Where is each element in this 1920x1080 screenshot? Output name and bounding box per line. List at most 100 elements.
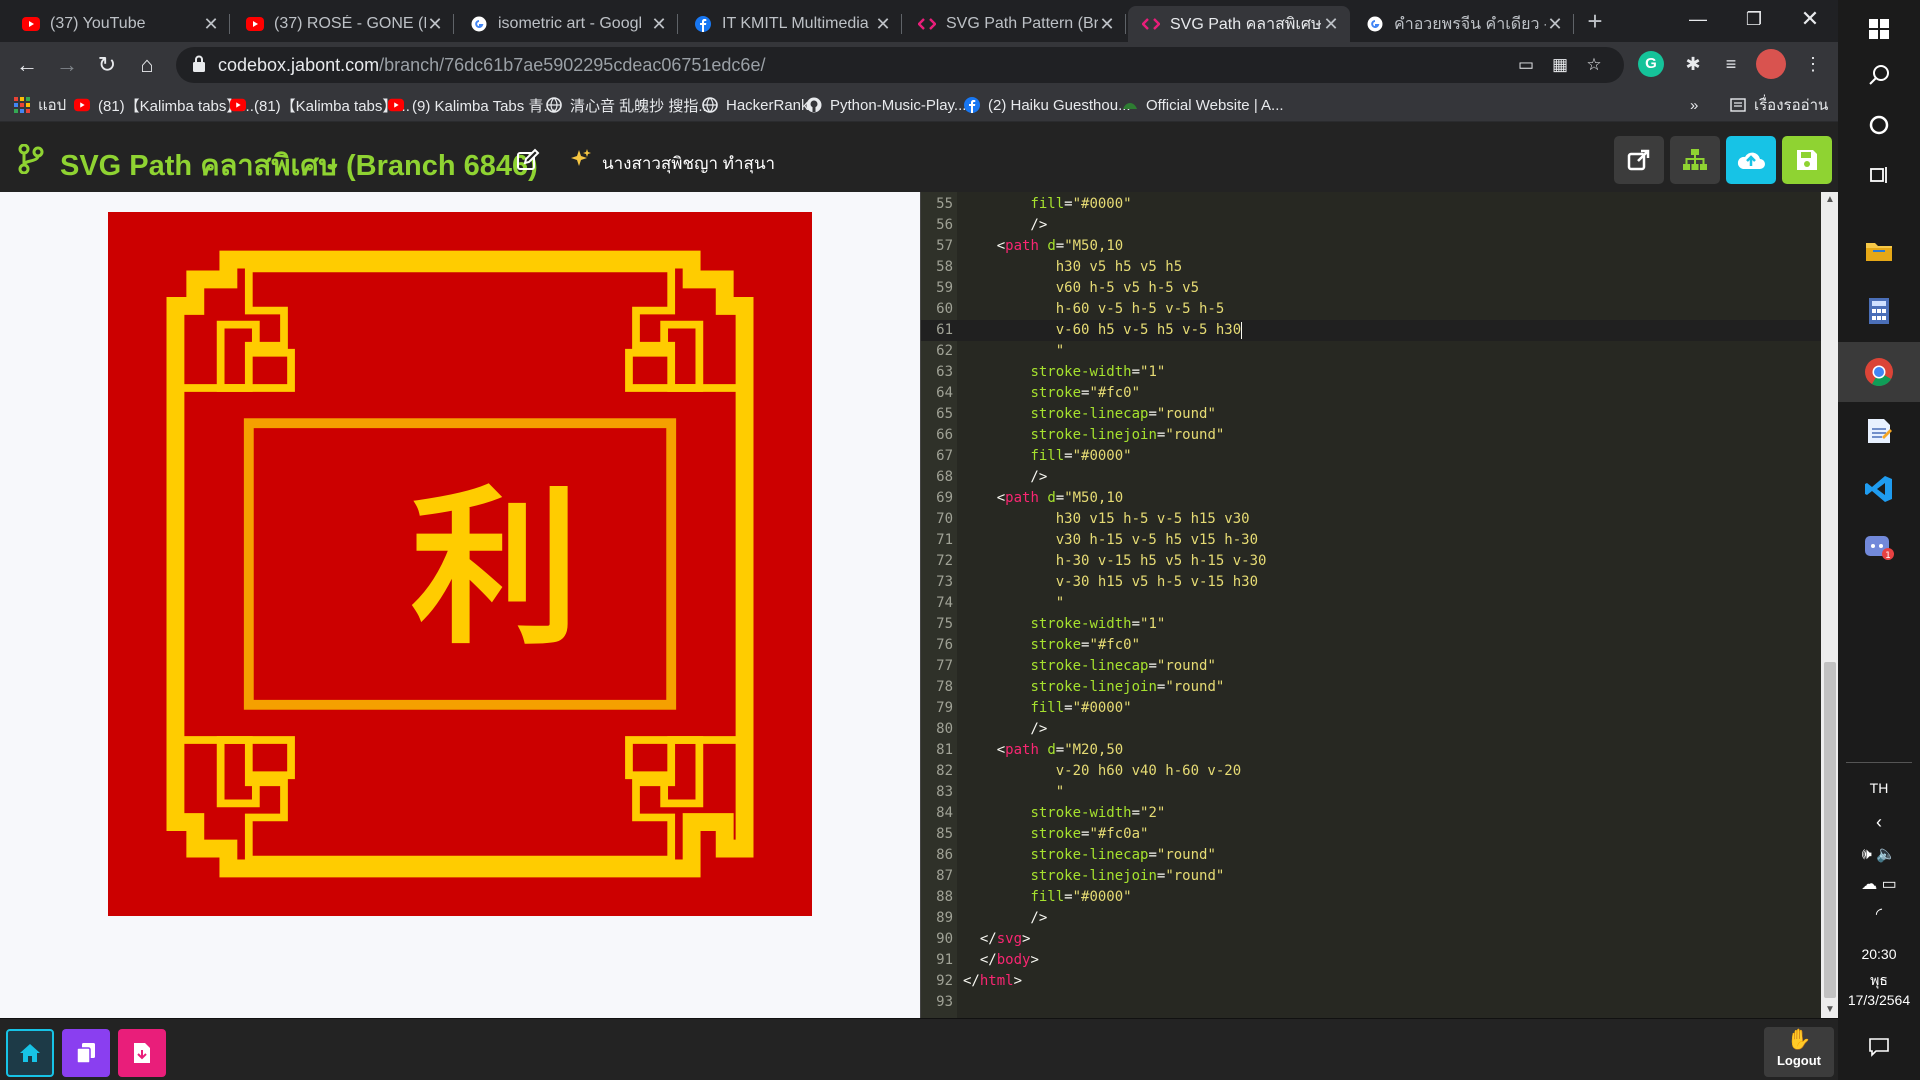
reading-list-button[interactable]: เรื่องรออ่าน xyxy=(1730,94,1828,116)
upload-cloud-button[interactable] xyxy=(1726,136,1776,184)
code-line[interactable]: 66 stroke-linejoin="round" xyxy=(921,425,1821,446)
bookmark-item[interactable]: (81)【Kalimba tabs】... xyxy=(230,94,410,116)
close-tab-icon[interactable]: ✕ xyxy=(1546,14,1564,35)
code-text[interactable]: /> xyxy=(963,467,1047,488)
bookmark-item[interactable]: (81)【Kalimba tabs】... xyxy=(74,94,254,116)
close-tab-icon[interactable]: ✕ xyxy=(426,14,444,35)
home-nav-button[interactable] xyxy=(6,1029,54,1077)
code-line[interactable]: 85 stroke="#fc0a" xyxy=(921,824,1821,845)
home-button[interactable]: ⌂ xyxy=(132,50,162,80)
action-center-button[interactable] xyxy=(1838,1018,1920,1076)
bookmark-item[interactable]: (9) Kalimba Tabs 青... xyxy=(388,94,556,116)
code-text[interactable]: " xyxy=(963,782,1064,803)
code-line[interactable]: 76 stroke="#fc0" xyxy=(921,635,1821,656)
code-text[interactable]: v-30 h15 v5 h-5 v-15 h30 xyxy=(963,572,1258,593)
code-line[interactable]: 89 /> xyxy=(921,908,1821,929)
code-text[interactable]: </html> xyxy=(963,971,1022,992)
onedrive-battery-icon[interactable]: ☁ ▭ xyxy=(1838,874,1920,894)
extensions-puzzle-icon[interactable]: ✱ xyxy=(1680,51,1706,77)
code-text[interactable]: stroke-linejoin="round" xyxy=(963,677,1224,698)
browser-tab[interactable]: คำอวยพรจีน คำเดียว - G✕ xyxy=(1352,6,1574,42)
code-line[interactable]: 69 <path d="M50,10 xyxy=(921,488,1821,509)
code-line[interactable]: 90 </svg> xyxy=(921,929,1821,950)
clock-day[interactable]: พุธ xyxy=(1838,970,1920,992)
browser-tab[interactable]: (37) ROSÉ - GONE (Ly ✕ xyxy=(232,6,454,42)
code-text[interactable]: </body> xyxy=(963,950,1039,971)
editor-scrollbar-thumb[interactable] xyxy=(1824,662,1836,998)
code-line[interactable]: 74 " xyxy=(921,593,1821,614)
code-line[interactable]: 72 h-30 v-15 h5 v5 h-15 v-30 xyxy=(921,551,1821,572)
code-text[interactable]: fill="#0000" xyxy=(963,446,1131,467)
forward-button[interactable]: → xyxy=(52,50,82,80)
bookmark-item[interactable]: (2) Haiku Guesthou... xyxy=(964,94,1131,116)
code-line[interactable]: 93 xyxy=(921,992,1821,1013)
code-text[interactable]: stroke-width="1" xyxy=(963,614,1165,635)
scroll-down-arrow[interactable]: ▼ xyxy=(1821,1002,1838,1018)
close-tab-icon[interactable]: ✕ xyxy=(1098,14,1116,35)
code-line[interactable]: 64 stroke="#fc0" xyxy=(921,383,1821,404)
input-language[interactable]: TH xyxy=(1838,780,1920,796)
vscode-button[interactable] xyxy=(1838,460,1920,518)
code-text[interactable]: /> xyxy=(963,908,1047,929)
chrome-taskbar-button[interactable] xyxy=(1838,342,1920,402)
code-line[interactable]: 81 <path d="M20,50 xyxy=(921,740,1821,761)
close-tab-icon[interactable]: ✕ xyxy=(874,14,892,35)
code-text[interactable]: /> xyxy=(963,215,1047,236)
browser-tab[interactable]: isometric art - Googl ✕ xyxy=(456,6,678,42)
code-line[interactable]: 84 stroke-width="2" xyxy=(921,803,1821,824)
discord-button[interactable]: 1 xyxy=(1838,518,1920,576)
code-text[interactable]: " xyxy=(963,341,1064,362)
calculator-button[interactable] xyxy=(1838,282,1920,340)
bookmark-item[interactable]: Python-Music-Play... xyxy=(806,94,966,116)
browser-tab[interactable]: IT KMITL Multimedia ✕ xyxy=(680,6,902,42)
bookmark-item[interactable]: Official Website | A... xyxy=(1122,94,1284,116)
code-line[interactable]: 80 /> xyxy=(921,719,1821,740)
code-text[interactable]: fill="#0000" xyxy=(963,887,1131,908)
code-line[interactable]: 63 stroke-width="1" xyxy=(921,362,1821,383)
download-nav-button[interactable] xyxy=(118,1029,166,1077)
grammarly-icon[interactable]: G xyxy=(1638,51,1664,77)
code-line[interactable]: 71 v30 h-15 v-5 h5 v15 h-30 xyxy=(921,530,1821,551)
code-text[interactable]: stroke-linecap="round" xyxy=(963,845,1215,866)
bookmark-item[interactable]: HackerRank xyxy=(702,94,809,116)
code-line[interactable]: 86 stroke-linecap="round" xyxy=(921,845,1821,866)
qr-code-icon[interactable]: ▦ xyxy=(1550,55,1570,75)
code-line[interactable]: 59 v60 h-5 v5 h-5 v5 xyxy=(921,278,1821,299)
code-text[interactable]: stroke-linecap="round" xyxy=(963,404,1215,425)
address-bar[interactable]: codebox.jabont.com/branch/76dc61b7ae5902… xyxy=(176,47,1624,83)
clock-time[interactable]: 20:30 xyxy=(1838,946,1920,962)
code-text[interactable]: v60 h-5 v5 h-5 v5 xyxy=(963,278,1199,299)
code-text[interactable]: stroke-width="2" xyxy=(963,803,1165,824)
code-line[interactable]: 87 stroke-linejoin="round" xyxy=(921,866,1821,887)
save-button[interactable] xyxy=(1782,136,1832,184)
code-line[interactable]: 56 /> xyxy=(921,215,1821,236)
code-line[interactable]: 92 </html> xyxy=(921,971,1821,992)
code-text[interactable]: <path d="M50,10 xyxy=(963,236,1124,257)
notepad-button[interactable] xyxy=(1838,402,1920,460)
code-line[interactable]: 57 <path d="M50,10 xyxy=(921,236,1821,257)
code-line[interactable]: 83 " xyxy=(921,782,1821,803)
code-line[interactable]: 82 v-20 h60 v40 h-60 v-20 xyxy=(921,761,1821,782)
close-tab-icon[interactable]: ✕ xyxy=(1322,14,1340,35)
structure-tree-button[interactable] xyxy=(1670,136,1720,184)
back-button[interactable]: ← xyxy=(12,50,42,80)
code-line[interactable]: 58 h30 v5 h5 v5 h5 xyxy=(921,257,1821,278)
code-text[interactable]: stroke-linejoin="round" xyxy=(963,866,1224,887)
close-tab-icon[interactable]: ✕ xyxy=(650,14,668,35)
minimize-button[interactable]: — xyxy=(1670,0,1726,40)
code-text[interactable]: h-30 v-15 h5 v5 h-15 v-30 xyxy=(963,551,1267,572)
code-line[interactable]: 73 v-30 h15 v5 h-5 v-15 h30 xyxy=(921,572,1821,593)
code-text[interactable]: <path d="M20,50 xyxy=(963,740,1124,761)
cast-icon[interactable]: ▭ xyxy=(1516,55,1536,75)
code-line[interactable]: 70 h30 v15 h-5 v-5 h15 v30 xyxy=(921,509,1821,530)
code-text[interactable]: stroke="#fc0a" xyxy=(963,824,1148,845)
edit-title-icon[interactable] xyxy=(516,148,540,172)
code-text[interactable]: <path d="M50,10 xyxy=(963,488,1124,509)
file-explorer-button[interactable] xyxy=(1838,222,1920,280)
code-text[interactable]: h-60 v-5 h-5 v-5 h-5 xyxy=(963,299,1225,320)
code-text[interactable]: v-20 h60 v40 h-60 v-20 xyxy=(963,761,1241,782)
task-view-button[interactable] xyxy=(1838,146,1920,204)
bookmark-item[interactable]: แอป xyxy=(14,94,66,116)
code-line[interactable]: 68 /> xyxy=(921,467,1821,488)
code-text[interactable]: fill="#0000" xyxy=(963,194,1131,215)
